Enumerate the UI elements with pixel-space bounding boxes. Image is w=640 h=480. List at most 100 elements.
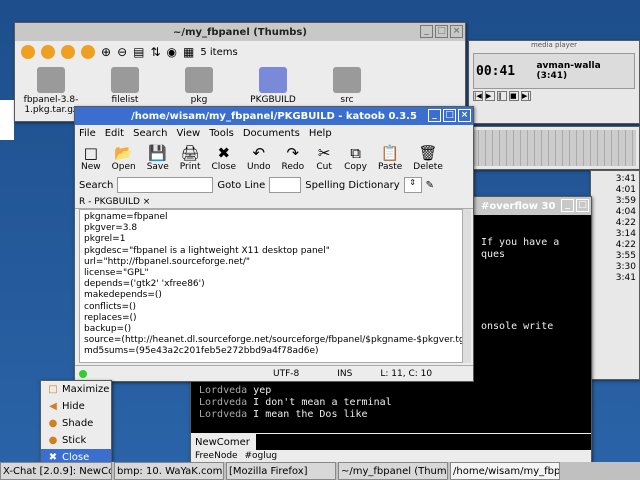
- toolbar-label: Copy: [344, 162, 367, 172]
- minimize-icon[interactable]: _: [428, 109, 441, 122]
- context-item-hide[interactable]: ◀ Hide: [41, 398, 111, 415]
- redo-button[interactable]: ↷ Redo: [282, 144, 305, 172]
- delete-button[interactable]: 🗑 Delete: [413, 144, 443, 172]
- menu-search[interactable]: Search: [133, 128, 167, 139]
- editor-title: /home/wisam/my_fbpanel/PKGBUILD - katoob…: [131, 110, 417, 122]
- taskbar-label: bmp: 10. WaYaK.com Kra: [117, 465, 223, 477]
- menu-edit[interactable]: Edit: [105, 128, 124, 139]
- media-time: 00:41: [476, 63, 516, 79]
- forward-icon[interactable]: [41, 45, 55, 59]
- playlist-item[interactable]: 3:41: [594, 174, 636, 185]
- document-tab[interactable]: R - PKGBUILD ×: [79, 197, 150, 207]
- back-icon[interactable]: [21, 45, 35, 59]
- file-item[interactable]: fbpanel-3.8-1.pkg.tar.gz: [21, 67, 81, 115]
- zoom-in-icon[interactable]: ⊕: [101, 45, 111, 59]
- package-icon: [37, 67, 65, 93]
- goto-line-input[interactable]: [269, 177, 302, 193]
- menu-view[interactable]: View: [176, 128, 200, 139]
- file-manager-title: ~/my_fbpanel (Thumbs): [173, 26, 307, 38]
- close-icon[interactable]: ×: [450, 25, 463, 38]
- code-line: url="http://fbpanel.sourceforge.net/": [84, 256, 251, 267]
- spelling-select[interactable]: ⇕: [403, 177, 422, 193]
- list-view-icon[interactable]: ▤: [133, 45, 144, 59]
- channel-tab[interactable]: #oglug: [244, 451, 277, 461]
- playlist-item[interactable]: 4:04: [594, 207, 636, 218]
- close-icon[interactable]: ×: [458, 109, 471, 122]
- playlist-item[interactable]: 3:30: [594, 262, 636, 273]
- taskbar-item[interactable]: ~/my_fbpanel (Thumbs): [338, 462, 448, 480]
- playlist-item[interactable]: 3:41: [594, 273, 636, 284]
- search-input[interactable]: [117, 177, 214, 193]
- file-name: fbpanel-3.8-1.pkg.tar.gz: [23, 95, 79, 115]
- playlist-item[interactable]: 4:01: [594, 185, 636, 196]
- stop-button[interactable]: ■: [509, 91, 519, 101]
- sort-icon[interactable]: ⇅: [150, 45, 160, 59]
- menu-help[interactable]: Help: [309, 128, 332, 139]
- context-item-stick[interactable]: ● Stick: [41, 432, 111, 449]
- minimize-icon[interactable]: _: [561, 199, 574, 212]
- maximize-icon[interactable]: □: [443, 109, 456, 122]
- toolbar-label: Open: [111, 162, 136, 172]
- media-player-window: media player 00:41 avman-walla (3:41) |◀…: [468, 40, 640, 124]
- playlist-item[interactable]: 3:14: [594, 229, 636, 240]
- paste-button[interactable]: 📋 Paste: [378, 144, 402, 172]
- menu-file[interactable]: File: [79, 128, 96, 139]
- stick-icon: ●: [48, 435, 58, 446]
- chat-message: Lordveda I mean the Dos like: [199, 409, 392, 421]
- info-icon[interactable]: ▦: [183, 45, 194, 59]
- chat-nick[interactable]: Lordveda: [199, 409, 247, 420]
- spell-check-icon[interactable]: ✎: [426, 180, 434, 191]
- chat-nick[interactable]: Lordveda: [199, 385, 247, 396]
- pause-button[interactable]: ‖: [497, 91, 507, 101]
- maximize-icon: □: [48, 384, 58, 395]
- open-button[interactable]: 📂 Open: [112, 144, 136, 172]
- minimize-icon[interactable]: _: [420, 25, 433, 38]
- menu-tools[interactable]: Tools: [209, 128, 234, 139]
- playlist-item[interactable]: 3:55: [594, 251, 636, 262]
- code-line: backup=(): [84, 324, 132, 335]
- taskbar-item[interactable]: [Mozilla Firefox]: [226, 462, 336, 480]
- playlist-item[interactable]: 4:22: [594, 240, 636, 251]
- prev-button[interactable]: |◀: [473, 91, 483, 101]
- taskbar-label: ~/my_fbpanel (Thumbs): [341, 465, 447, 477]
- new-button[interactable]: □ New: [81, 144, 101, 172]
- menu-documents[interactable]: Documents: [243, 128, 300, 139]
- code-line: replaces=(): [84, 312, 137, 323]
- toolbar-label: Paste: [377, 162, 403, 172]
- copy-button[interactable]: ⧉ Copy: [344, 144, 367, 172]
- code-line: pkgdesc="fbpanel is a lightweight X11 de…: [84, 245, 330, 256]
- playlist-item[interactable]: 4:22: [594, 218, 636, 229]
- print-button[interactable]: 🖨 Print: [180, 144, 201, 172]
- playlist-item[interactable]: 3:59: [594, 196, 636, 207]
- next-button[interactable]: ▶|: [521, 91, 531, 101]
- taskbar-item[interactable]: bmp: 10. WaYaK.com Kra: [114, 462, 224, 480]
- maximize-icon[interactable]: □: [435, 25, 448, 38]
- editor-scrollbar[interactable]: [463, 209, 471, 363]
- xchat-input[interactable]: [255, 434, 591, 450]
- text-editor-area[interactable]: pkgname=fbpanel pkgver=3.8 pkgrel=1 pkgdesc…: [79, 209, 463, 363]
- view-icon[interactable]: ◉: [167, 45, 177, 59]
- taskbar-label: /home/wisam/my_fbpane: [453, 465, 560, 477]
- up-icon[interactable]: [61, 45, 75, 59]
- undo-button[interactable]: ↶ Undo: [247, 144, 271, 172]
- close-button[interactable]: ✖ Close: [211, 144, 236, 172]
- chat-nick[interactable]: Lordveda: [199, 397, 247, 408]
- taskbar-item[interactable]: /home/wisam/my_fbpane: [450, 462, 560, 480]
- server-tab[interactable]: FreeNode: [195, 451, 238, 461]
- tab-close-icon[interactable]: ×: [143, 197, 151, 207]
- taskbar-item[interactable]: X-Chat [2.0.9]: NewComer: [0, 462, 112, 480]
- cut-button[interactable]: ✂ Cut: [315, 144, 333, 172]
- toolbar-label: Close: [211, 162, 237, 172]
- code-line: conflicts=(): [84, 301, 137, 312]
- chat-text: yep: [253, 385, 272, 396]
- maximize-icon[interactable]: □: [576, 199, 589, 212]
- zoom-out-icon[interactable]: ⊖: [117, 45, 127, 59]
- context-item-shade[interactable]: ● Shade: [41, 415, 111, 432]
- xchat-title: #overflow 30: [481, 200, 556, 212]
- home-icon[interactable]: [81, 45, 95, 59]
- save-button[interactable]: 💾 Save: [147, 144, 169, 172]
- play-button[interactable]: ▶: [485, 91, 495, 101]
- eq-sliders[interactable]: [472, 130, 636, 166]
- shade-icon: ●: [48, 418, 58, 429]
- context-item-maximize[interactable]: □ Maximize: [41, 381, 111, 398]
